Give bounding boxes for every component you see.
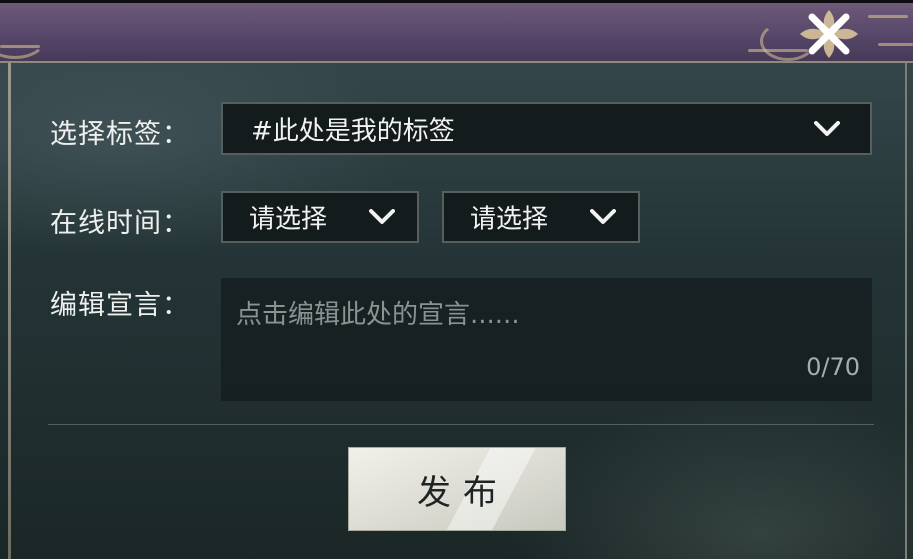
tag-select-value: #此处是我的标签 xyxy=(251,116,455,146)
header-ornament xyxy=(0,13,48,59)
close-button[interactable] xyxy=(792,4,866,64)
online-time-end-value: 请选择 xyxy=(470,204,549,235)
header-ornament xyxy=(878,43,913,46)
character-counter: 0/70 xyxy=(806,353,860,381)
header-ornament xyxy=(868,15,908,18)
online-time-start-value: 请选择 xyxy=(249,204,328,235)
dialog-header-band xyxy=(0,3,913,61)
close-x-icon xyxy=(792,4,866,64)
online-time-start-select[interactable]: 请选择 xyxy=(221,191,419,243)
declaration-placeholder: 点击编辑此处的宣言...... xyxy=(236,300,520,330)
online-time-label: 在线时间： xyxy=(50,208,190,239)
form-divider xyxy=(48,424,874,425)
tag-label: 选择标签： xyxy=(50,119,190,150)
chevron-down-icon xyxy=(590,209,616,225)
header-ornament xyxy=(0,45,40,48)
chevron-down-icon xyxy=(369,209,395,225)
publish-button[interactable]: 发布 xyxy=(348,447,566,531)
chevron-down-icon xyxy=(814,120,840,137)
declaration-textarea[interactable]: 点击编辑此处的宣言...... 0/70 xyxy=(221,278,872,401)
tag-select[interactable]: #此处是我的标签 xyxy=(221,102,872,155)
online-time-end-select[interactable]: 请选择 xyxy=(442,191,640,243)
declaration-label: 编辑宣言： xyxy=(50,290,190,321)
publish-button-label: 发布 xyxy=(417,472,509,513)
panel-border xyxy=(8,63,11,559)
panel-border xyxy=(905,63,907,559)
